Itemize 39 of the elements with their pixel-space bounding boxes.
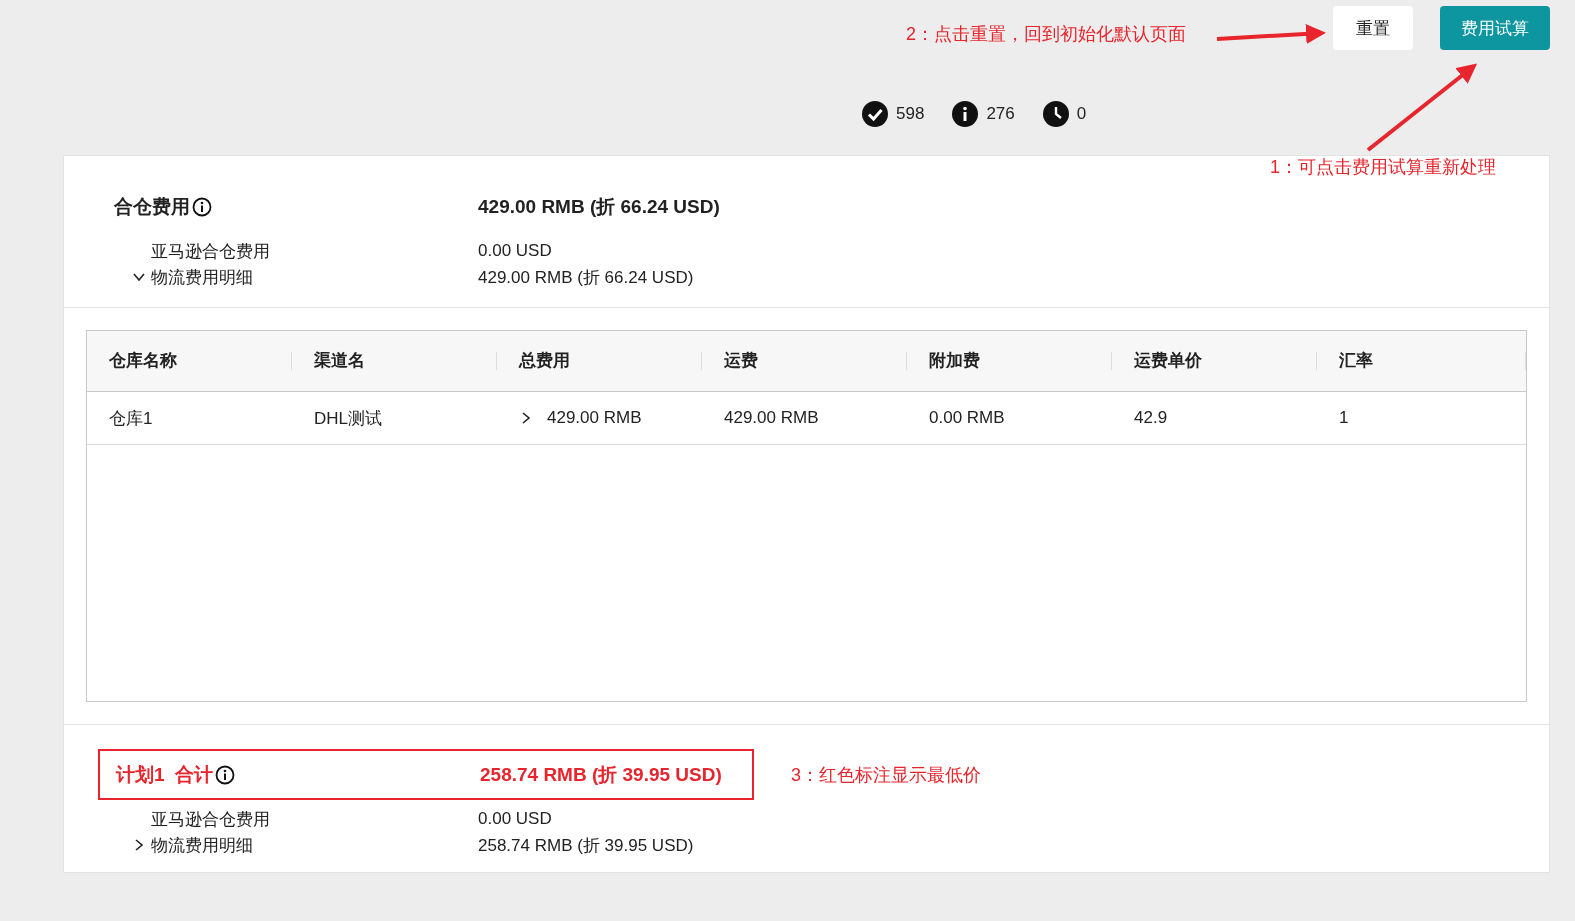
- column-header: 总费用: [497, 352, 702, 370]
- section-title: 计划1 合计: [116, 762, 214, 787]
- table-cell: 0.00 RMB: [929, 408, 1005, 428]
- info-icon[interactable]: [215, 764, 236, 785]
- clock-icon: [1042, 101, 1069, 127]
- calculate-button[interactable]: 费用试算: [1440, 6, 1550, 50]
- column-header: 仓库名称: [87, 352, 292, 370]
- detail-value: 0.00 USD: [478, 809, 552, 829]
- total-amount: 429.00 RMB (折 66.24 USD): [478, 195, 720, 219]
- table-cell: 42.9: [1134, 408, 1168, 428]
- detail-label[interactable]: 物流费用明细: [151, 265, 253, 289]
- column-header: 汇率: [1317, 352, 1526, 370]
- status-count: 276: [986, 104, 1015, 124]
- table-cell: 429.00 RMB: [547, 408, 642, 428]
- table-cell: 1: [1339, 408, 1349, 428]
- column-header: 附加费: [907, 352, 1112, 370]
- status-count: 598: [896, 104, 925, 124]
- section-title: 合仓费用: [114, 195, 190, 219]
- info-icon[interactable]: [192, 197, 212, 217]
- annotation-text: 3：红色标注显示最低价: [791, 763, 981, 787]
- annotation-text: 2：点击重置，回到初始化默认页面: [906, 23, 1186, 46]
- total-amount: 258.74 RMB (折 39.95 USD): [480, 762, 722, 787]
- check-circle-icon: [862, 101, 888, 127]
- info-circle-icon: [952, 101, 979, 127]
- detail-value: 0.00 USD: [478, 241, 552, 261]
- column-header: 渠道名: [292, 352, 497, 370]
- detail-label[interactable]: 物流费用明细: [151, 833, 253, 857]
- table-cell: 429.00 RMB: [724, 408, 819, 428]
- status-count: 0: [1076, 104, 1087, 124]
- detail-value: 258.74 RMB (折 39.95 USD): [478, 834, 694, 857]
- column-header: 运费单价: [1112, 352, 1317, 370]
- annotation-text: 1：可点击费用试算重新处理: [1270, 156, 1496, 179]
- column-header: 运费: [702, 352, 907, 370]
- detail-label: 亚马逊合仓费用: [151, 240, 270, 263]
- reset-button[interactable]: 重置: [1333, 6, 1413, 50]
- detail-label: 亚马逊合仓费用: [151, 808, 270, 831]
- table-cell-text: DHL测试: [314, 407, 382, 430]
- detail-value: 429.00 RMB (折 66.24 USD): [478, 266, 694, 289]
- table-cell-text: 仓库1: [109, 407, 153, 430]
